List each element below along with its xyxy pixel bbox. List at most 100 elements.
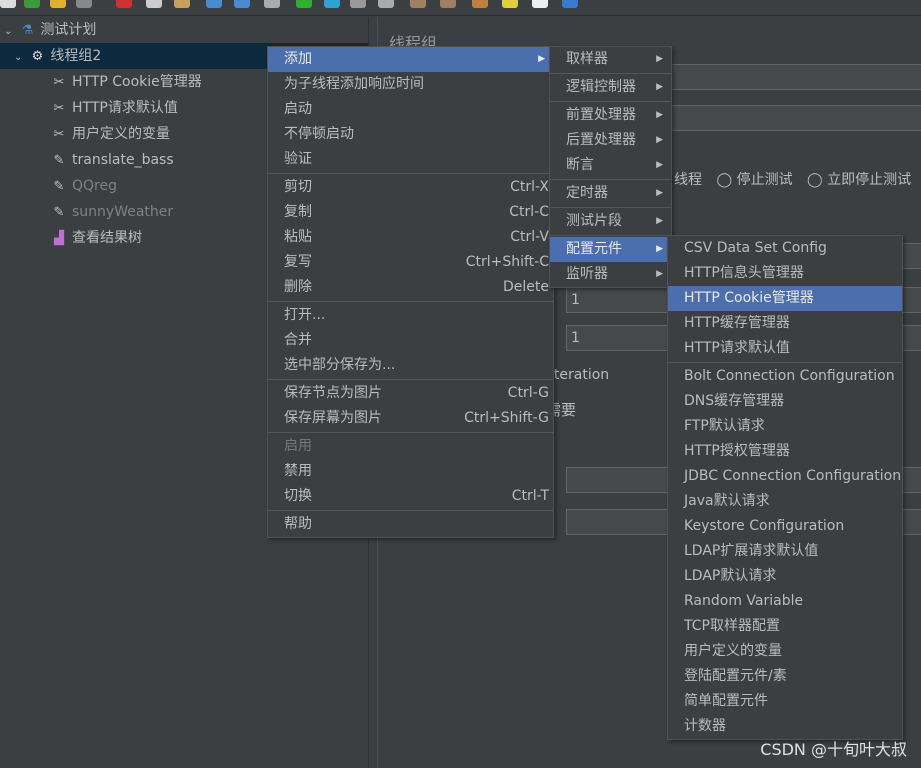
clear-icon[interactable]	[410, 0, 426, 8]
menu-item[interactable]: JDBC Connection Configuration	[668, 464, 902, 489]
menu-item[interactable]: 配置元件 ▶	[550, 237, 671, 262]
tree-node[interactable]: ✎ QQreg	[50, 173, 117, 199]
menu-item[interactable]: Java默认请求	[668, 489, 902, 514]
menu-item[interactable]: CSV Data Set Config	[668, 236, 902, 261]
iteration-label: iteration	[550, 367, 610, 383]
open-icon[interactable]	[50, 0, 66, 8]
menu-item[interactable]: 不停顿启动	[268, 122, 553, 147]
menu-item[interactable]: 登陆配置元件/素	[668, 664, 902, 689]
menu-item[interactable]: 用户定义的变量	[668, 639, 902, 664]
menu-item[interactable]: HTTP信息头管理器	[668, 261, 902, 286]
tree-node[interactable]: ✎ translate_bass	[50, 147, 174, 173]
menu-item[interactable]: 合并	[268, 328, 553, 353]
tree-node[interactable]: ✂ HTTP请求默认值	[50, 95, 178, 121]
copy-icon[interactable]	[146, 0, 162, 8]
menu-item[interactable]: 为子线程添加响应时间	[268, 72, 553, 97]
menu-item[interactable]: 前置处理器 ▶	[550, 103, 671, 128]
collapse-icon[interactable]	[234, 0, 250, 8]
menu-item[interactable]: Bolt Connection Configuration	[668, 364, 902, 389]
menu-item[interactable]: 后置处理器 ▶	[550, 128, 671, 153]
menu-separator	[550, 207, 671, 208]
menu-item[interactable]: HTTP授权管理器	[668, 439, 902, 464]
shortcut-label: Ctrl-C	[509, 204, 549, 220]
tree-node[interactable]: ▟ 查看结果树	[50, 225, 142, 251]
chevron-down-icon[interactable]: ⌄	[14, 52, 22, 63]
chevron-down-icon[interactable]: ⌄	[4, 26, 12, 37]
submenu-arrow-icon: ▶	[538, 54, 545, 64]
menu-item[interactable]: 选中部分保存为...	[268, 353, 553, 378]
tree-node[interactable]: ✎ sunnyWeather	[50, 199, 174, 225]
reset-search-icon[interactable]	[502, 0, 518, 8]
tree-node-test-plan[interactable]: ⌄ ⚗ 测试计划	[4, 17, 96, 43]
start-icon[interactable]	[296, 0, 312, 8]
menu-item[interactable]: 添加 ▶	[268, 47, 553, 72]
menu-item[interactable]: 打开...	[268, 303, 553, 328]
menu-item[interactable]: LDAP默认请求	[668, 564, 902, 589]
submenu-arrow-icon: ▶	[656, 54, 663, 64]
menu-item[interactable]: 保存屏幕为图片 Ctrl+Shift-G	[268, 406, 553, 431]
menu-separator	[550, 235, 671, 236]
menu-item[interactable]: Random Variable	[668, 589, 902, 614]
menu-separator	[668, 362, 902, 363]
radio-stop-test[interactable]: ◯ 停止测试	[716, 172, 792, 188]
menu-item[interactable]: DNS缓存管理器	[668, 389, 902, 414]
cut-icon[interactable]	[116, 0, 132, 8]
wrench-icon: ✂	[53, 101, 65, 116]
save-icon[interactable]	[76, 0, 92, 8]
menu-item[interactable]: 定时器 ▶	[550, 181, 671, 206]
menu-item[interactable]: HTTP Cookie管理器	[668, 286, 902, 311]
paste-icon[interactable]	[174, 0, 190, 8]
menu-item[interactable]: 剪切 Ctrl-X	[268, 175, 553, 200]
menu-item[interactable]: Keystore Configuration	[668, 514, 902, 539]
toggle-icon[interactable]	[264, 0, 280, 8]
context-menu: 添加 ▶ 为子线程添加响应时间 启动 不停顿启动 验证剪切 Ctrl-X 复制 Ctrl-C 粘贴…	[267, 46, 554, 538]
menu-item[interactable]: 保存节点为图片 Ctrl-G	[268, 381, 553, 406]
help-icon[interactable]	[562, 0, 578, 8]
expand-icon[interactable]	[206, 0, 222, 8]
menu-item[interactable]: HTTP缓存管理器	[668, 311, 902, 336]
menu-item[interactable]: 切换 Ctrl-T	[268, 484, 553, 509]
submenu-arrow-icon: ▶	[656, 135, 663, 145]
start-no-pause-icon[interactable]	[324, 0, 340, 8]
radio-stop-test-now[interactable]: ◯ 立即停止测试	[807, 172, 911, 188]
menu-item[interactable]: 取样器 ▶	[550, 47, 671, 72]
menu-item[interactable]: FTP默认请求	[668, 414, 902, 439]
menu-item[interactable]: 启动	[268, 97, 553, 122]
menu-item[interactable]: 复制 Ctrl-C	[268, 200, 553, 225]
pipette-icon: ✎	[53, 205, 65, 220]
menu-item[interactable]: HTTP请求默认值	[668, 336, 902, 361]
menu-item[interactable]: LDAP扩展请求默认值	[668, 539, 902, 564]
menu-item[interactable]: 验证	[268, 147, 553, 172]
submenu-arrow-icon: ▶	[656, 244, 663, 254]
shutdown-icon[interactable]	[378, 0, 394, 8]
flask-icon: ⚗	[21, 23, 34, 38]
menu-item[interactable]: 监听器 ▶	[550, 262, 671, 287]
submenu-arrow-icon: ▶	[656, 216, 663, 226]
shortcut-label: Ctrl-V	[510, 229, 549, 245]
function-helper-icon[interactable]	[532, 0, 548, 8]
templates-icon[interactable]	[24, 0, 40, 8]
error-action-radios: 线程 ◯ 停止测试 ◯ 立即停止测试	[674, 172, 912, 188]
menu-item[interactable]: 复写 Ctrl+Shift-C	[268, 250, 553, 275]
config-element-submenu: CSV Data Set Config HTTP信息头管理器 HTTP Cookie…	[667, 235, 903, 740]
menu-item[interactable]: 逻辑控制器 ▶	[550, 75, 671, 100]
chart-icon: ▟	[54, 231, 64, 246]
clear-all-icon[interactable]	[440, 0, 456, 8]
tree-node[interactable]: ✂ 用户定义的变量	[50, 121, 170, 147]
menu-item[interactable]: 断言 ▶	[550, 153, 671, 178]
tree-node[interactable]: ✂ HTTP Cookie管理器	[50, 69, 202, 95]
shortcut-label: Ctrl+Shift-G	[464, 410, 549, 426]
menu-item[interactable]: 粘贴 Ctrl-V	[268, 225, 553, 250]
menu-item[interactable]: 帮助	[268, 512, 553, 537]
stop-icon[interactable]	[350, 0, 366, 8]
menu-item[interactable]: 禁用	[268, 459, 553, 484]
menu-item[interactable]: 简单配置元件	[668, 689, 902, 714]
submenu-arrow-icon: ▶	[656, 269, 663, 279]
menu-item[interactable]: 测试片段 ▶	[550, 209, 671, 234]
menu-item[interactable]: TCP取样器配置	[668, 614, 902, 639]
menu-item[interactable]: 启用	[268, 434, 553, 459]
menu-separator	[268, 301, 553, 302]
menu-item[interactable]: 删除 Delete	[268, 275, 553, 300]
search-icon[interactable]	[472, 0, 488, 8]
new-icon[interactable]	[0, 0, 16, 8]
